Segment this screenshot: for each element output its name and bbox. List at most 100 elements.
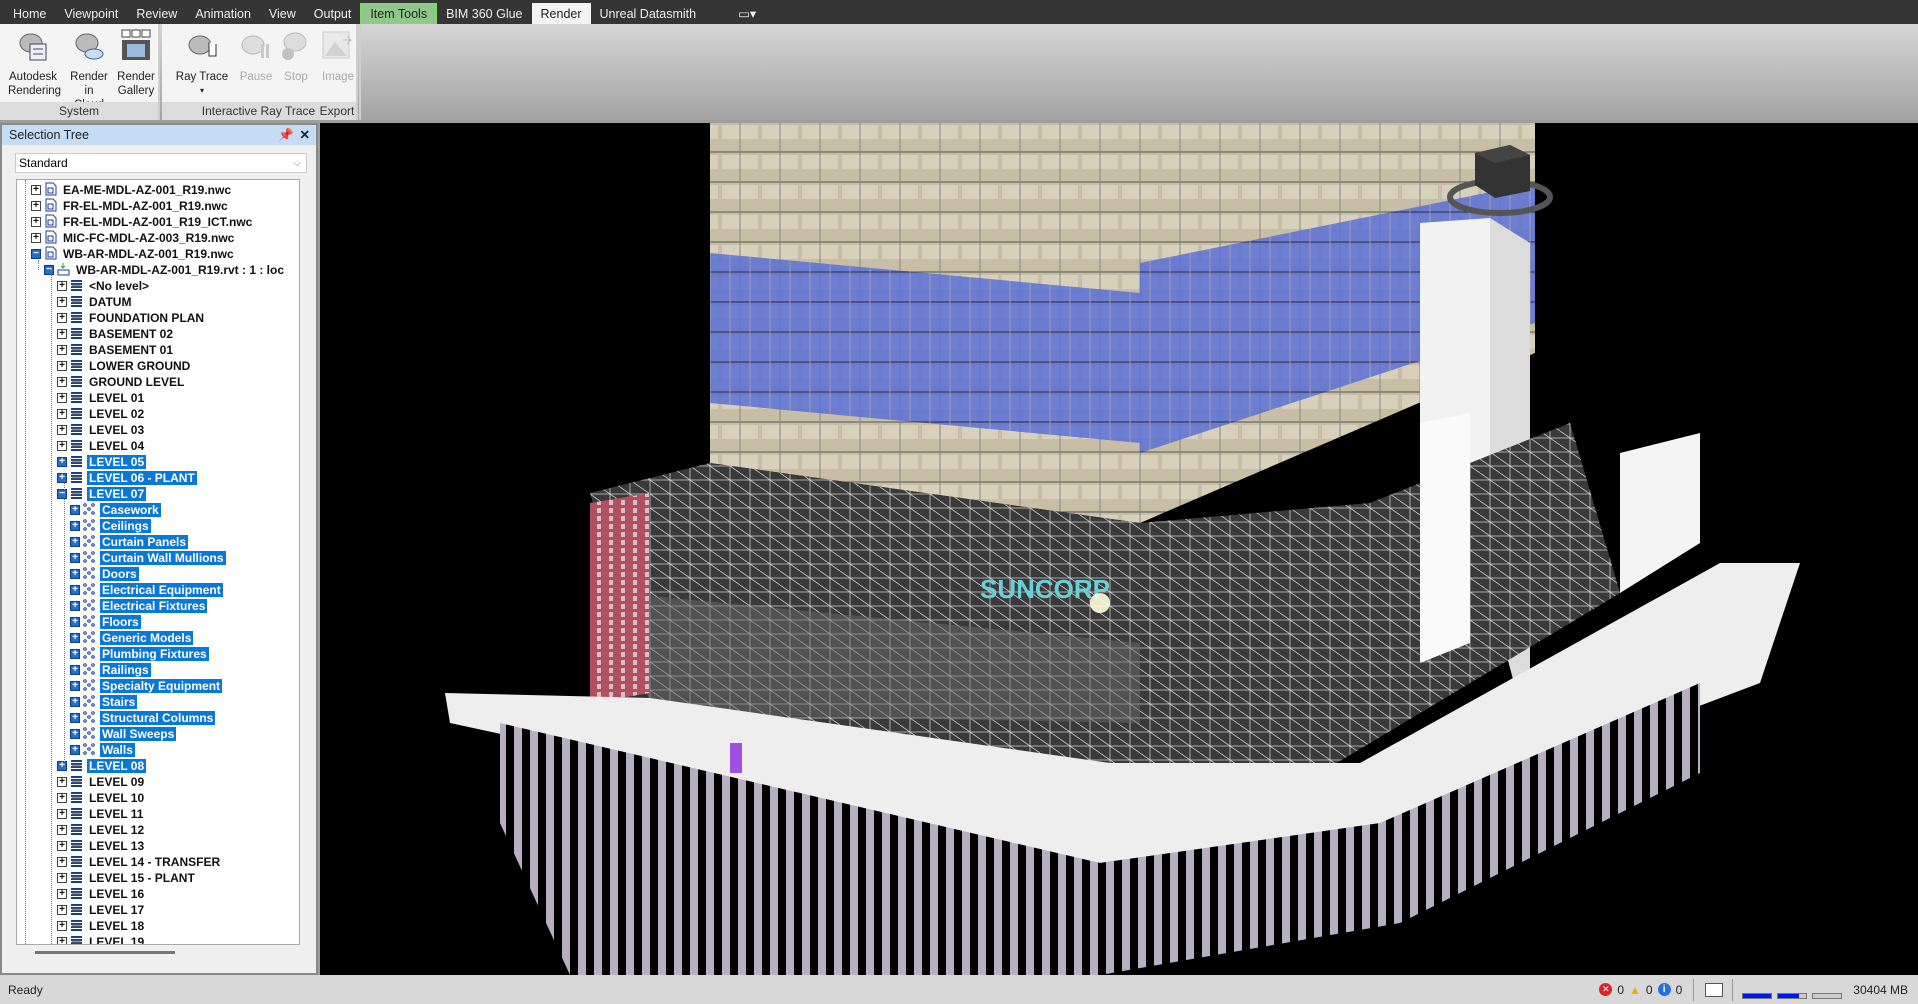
- tree-item[interactable]: + LEVEL 09: [57, 774, 146, 790]
- tree-mode-dropdown[interactable]: Standard ⌵: [15, 153, 307, 173]
- tab-view[interactable]: View: [260, 3, 305, 24]
- tree-item[interactable]: + LEVEL 03: [57, 422, 146, 438]
- tree-item[interactable]: + Electrical Equipment: [70, 582, 223, 598]
- collapse-icon[interactable]: −: [57, 489, 67, 499]
- render-in-cloud-button[interactable]: Render in Cloud: [64, 28, 114, 112]
- expand-icon[interactable]: +: [70, 521, 80, 531]
- warning-icon[interactable]: ▲: [1629, 983, 1641, 997]
- expand-icon[interactable]: +: [70, 553, 80, 563]
- tab-viewpoint[interactable]: Viewpoint: [55, 3, 127, 24]
- expand-icon[interactable]: +: [70, 569, 80, 579]
- tree-item[interactable]: + LEVEL 16: [57, 886, 146, 902]
- expand-icon[interactable]: +: [57, 921, 67, 931]
- stop-button[interactable]: Stop: [276, 28, 316, 84]
- expand-icon[interactable]: +: [57, 473, 67, 483]
- expand-icon[interactable]: +: [57, 905, 67, 915]
- expand-icon[interactable]: +: [70, 729, 80, 739]
- tree-item[interactable]: + Walls: [70, 742, 135, 758]
- tree-item[interactable]: + LEVEL 11: [57, 806, 145, 822]
- expand-icon[interactable]: +: [57, 377, 67, 387]
- tree-item[interactable]: + MIC-FC-MDL-AZ-003_R19.nwc: [31, 230, 236, 246]
- horizontal-scrollbar-thumb[interactable]: [35, 951, 175, 954]
- tree-item[interactable]: + Electrical Fixtures: [70, 598, 208, 614]
- tree-item[interactable]: + LEVEL 13: [57, 838, 146, 854]
- 3d-viewport[interactable]: SUNCORP: [320, 123, 1918, 975]
- expand-icon[interactable]: +: [57, 761, 67, 771]
- tree-item[interactable]: + LEVEL 08: [57, 758, 147, 774]
- tab-unreal-datasmith[interactable]: Unreal Datasmith: [591, 3, 706, 24]
- tree-item[interactable]: + FOUNDATION PLAN: [57, 310, 206, 326]
- error-icon[interactable]: ✕: [1599, 983, 1613, 996]
- expand-icon[interactable]: +: [70, 617, 80, 627]
- tree-item[interactable]: − WB-AR-MDL-AZ-001_R19.nwc: [31, 246, 236, 262]
- expand-icon[interactable]: +: [70, 665, 80, 675]
- expand-icon[interactable]: +: [57, 441, 67, 451]
- tree-item[interactable]: + Doors: [70, 566, 139, 582]
- expand-icon[interactable]: +: [57, 281, 67, 291]
- tree-item[interactable]: + DATUM: [57, 294, 133, 310]
- expand-icon[interactable]: +: [31, 201, 41, 211]
- info-icon[interactable]: i: [1657, 983, 1671, 996]
- tree-item[interactable]: + GROUND LEVEL: [57, 374, 186, 390]
- tree-item[interactable]: + Curtain Wall Mullions: [70, 550, 226, 566]
- expand-icon[interactable]: +: [57, 793, 67, 803]
- tab-animation[interactable]: Animation: [186, 3, 260, 24]
- expand-icon[interactable]: +: [57, 393, 67, 403]
- tree-item[interactable]: + FR-EL-MDL-AZ-001_R19.nwc: [31, 198, 230, 214]
- tree-item[interactable]: + Ceilings: [70, 518, 151, 534]
- pin-icon[interactable]: 📌: [278, 125, 294, 145]
- expand-icon[interactable]: +: [70, 649, 80, 659]
- expand-icon[interactable]: +: [70, 505, 80, 515]
- tree-item[interactable]: + LEVEL 17: [57, 902, 146, 918]
- tab-item-tools[interactable]: Item Tools: [360, 3, 438, 24]
- tree-item[interactable]: + LEVEL 01: [57, 390, 146, 406]
- tree-item[interactable]: + BASEMENT 01: [57, 342, 175, 358]
- tree-item[interactable]: + LEVEL 14 - TRANSFER: [57, 854, 222, 870]
- list-window-icon[interactable]: [1705, 982, 1724, 997]
- expand-icon[interactable]: +: [70, 697, 80, 707]
- expand-icon[interactable]: +: [57, 809, 67, 819]
- tree-item[interactable]: + Generic Models: [70, 630, 194, 646]
- collapse-icon[interactable]: −: [44, 265, 54, 275]
- tree-item[interactable]: + Casework: [70, 502, 161, 518]
- pause-button[interactable]: Pause: [236, 28, 276, 84]
- tree-item[interactable]: + EA-ME-MDL-AZ-001_R19.nwc: [31, 182, 233, 198]
- expand-icon[interactable]: +: [57, 345, 67, 355]
- tree-item[interactable]: + Stairs: [70, 694, 138, 710]
- expand-icon[interactable]: +: [57, 313, 67, 323]
- close-icon[interactable]: ✕: [300, 125, 310, 145]
- autodesk-rendering-button[interactable]: Autodesk Rendering: [4, 28, 62, 98]
- image-button[interactable]: Image: [320, 28, 356, 84]
- tree-item[interactable]: + LEVEL 19: [57, 934, 146, 944]
- expand-icon[interactable]: +: [70, 633, 80, 643]
- ray-trace-button[interactable]: Ray Trace ▾: [172, 28, 232, 98]
- tree-item[interactable]: + Wall Sweeps: [70, 726, 177, 742]
- tab-output[interactable]: Output: [305, 3, 361, 24]
- tab-render[interactable]: Render: [531, 3, 591, 24]
- expand-icon[interactable]: +: [70, 601, 80, 611]
- tree-item[interactable]: + Plumbing Fixtures: [70, 646, 209, 662]
- tree-item[interactable]: + FR-EL-MDL-AZ-001_R19_ICT.nwc: [31, 214, 254, 230]
- expand-icon[interactable]: +: [57, 841, 67, 851]
- tree-item[interactable]: + Structural Columns: [70, 710, 216, 726]
- expand-icon[interactable]: +: [57, 937, 67, 944]
- tree-item[interactable]: − LEVEL 07: [57, 486, 147, 502]
- expand-icon[interactable]: +: [31, 217, 41, 227]
- quick-access-dropdown-icon[interactable]: ▭▾: [729, 3, 765, 24]
- tree-item[interactable]: + LEVEL 02: [57, 406, 146, 422]
- render-gallery-button[interactable]: Render Gallery: [114, 28, 158, 98]
- tree-item[interactable]: + LEVEL 10: [57, 790, 146, 806]
- tree-item[interactable]: + Specialty Equipment: [70, 678, 223, 694]
- tree-item[interactable]: + LEVEL 18: [57, 918, 146, 934]
- tree-item[interactable]: + LEVEL 15 - PLANT: [57, 870, 197, 886]
- tree-item[interactable]: + LEVEL 05: [57, 454, 147, 470]
- expand-icon[interactable]: +: [70, 537, 80, 547]
- expand-icon[interactable]: +: [57, 329, 67, 339]
- expand-icon[interactable]: +: [57, 457, 67, 467]
- expand-icon[interactable]: +: [57, 857, 67, 867]
- expand-icon[interactable]: +: [57, 361, 67, 371]
- tree-item[interactable]: + <No level>: [57, 278, 151, 294]
- expand-icon[interactable]: +: [70, 713, 80, 723]
- tab-home[interactable]: Home: [4, 3, 55, 24]
- tree-item[interactable]: + LOWER GROUND: [57, 358, 192, 374]
